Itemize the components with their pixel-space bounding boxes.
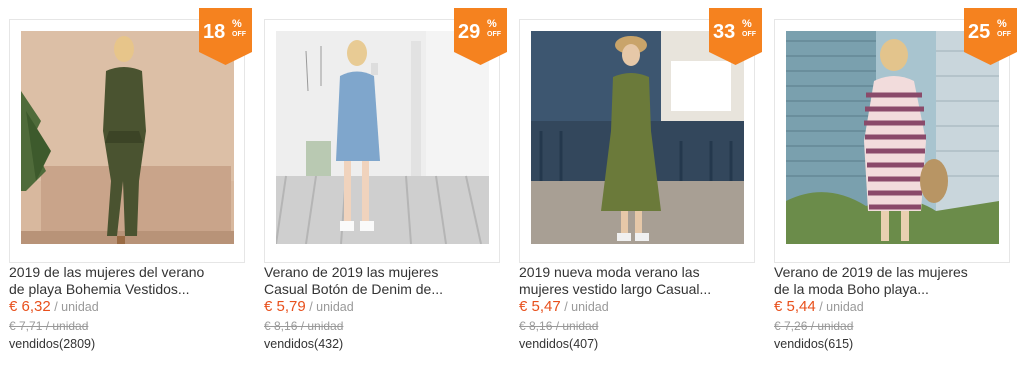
discount-percent: % (232, 18, 242, 30)
discount-off-label: OFF (487, 31, 501, 38)
price-row: € 5,79 / unidad (264, 298, 354, 316)
discount-off-label: OFF (742, 31, 756, 38)
product-title[interactable]: 2019 de las mujeres del verano de playa … (9, 264, 245, 298)
price-unit: / unidad (560, 300, 609, 314)
discount-percent: % (487, 18, 497, 30)
price-row: € 5,47 / unidad (519, 298, 609, 316)
price-row: € 5,44 / unidad (774, 298, 864, 316)
discount-percent: % (742, 18, 752, 30)
sold-count: vendidos(432) (264, 337, 344, 351)
discount-number: 33 (713, 21, 736, 43)
price-row: € 6,32 / unidad (9, 298, 99, 316)
sold-count: vendidos(407) (519, 337, 599, 351)
price-unit: / unidad (305, 300, 354, 314)
discount-badge: 18 % OFF (199, 8, 252, 65)
product-title[interactable]: Verano de 2019 las mujeres Casual Botón … (264, 264, 500, 298)
sold-count: vendidos(615) (774, 337, 854, 351)
original-price: € 7,26 / unidad (774, 319, 854, 333)
product-grid: 18 % OFF 2019 de las mujeres del verano … (0, 0, 1024, 376)
original-price: € 8,16 / unidad (519, 319, 599, 333)
product-title-line1[interactable]: Verano de 2019 de las mujeres (774, 264, 1010, 281)
discount-badge: 29 % OFF (454, 8, 507, 65)
price-unit: / unidad (50, 300, 99, 314)
product-title-line2[interactable]: de playa Bohemia Vestidos... (9, 281, 245, 298)
original-price: € 8,16 / unidad (264, 319, 344, 333)
product-title-line1[interactable]: 2019 nueva moda verano las (519, 264, 755, 281)
discount-off-label: OFF (997, 31, 1011, 38)
product-title-line2[interactable]: mujeres vestido largo Casual... (519, 281, 755, 298)
product-title[interactable]: Verano de 2019 de las mujeres de la moda… (774, 264, 1010, 298)
product-card[interactable]: 33 % OFF 2019 nueva moda verano las muje… (519, 8, 765, 368)
discount-number: 18 (203, 21, 226, 43)
current-price: € 6,32 (9, 298, 51, 315)
discount-percent: % (997, 18, 1007, 30)
discount-number: 29 (458, 21, 481, 43)
product-title-line1[interactable]: Verano de 2019 las mujeres (264, 264, 500, 281)
current-price: € 5,79 (264, 298, 306, 315)
product-card[interactable]: 29 % OFF Verano de 2019 las mujeres Casu… (264, 8, 510, 368)
product-title-line2[interactable]: Casual Botón de Denim de... (264, 281, 500, 298)
product-title[interactable]: 2019 nueva moda verano las mujeres vesti… (519, 264, 755, 298)
product-card[interactable]: 25 % OFF Verano de 2019 de las mujeres d… (774, 8, 1020, 368)
product-title-line1[interactable]: 2019 de las mujeres del verano (9, 264, 245, 281)
current-price: € 5,44 (774, 298, 816, 315)
product-title-line2[interactable]: de la moda Boho playa... (774, 281, 1010, 298)
product-card[interactable]: 18 % OFF 2019 de las mujeres del verano … (9, 8, 255, 368)
sold-count: vendidos(2809) (9, 337, 96, 351)
discount-number: 25 (968, 21, 991, 43)
discount-badge: 25 % OFF (964, 8, 1017, 65)
original-price: € 7,71 / unidad (9, 319, 89, 333)
discount-badge: 33 % OFF (709, 8, 762, 65)
discount-off-label: OFF (232, 31, 246, 38)
price-unit: / unidad (815, 300, 864, 314)
current-price: € 5,47 (519, 298, 561, 315)
